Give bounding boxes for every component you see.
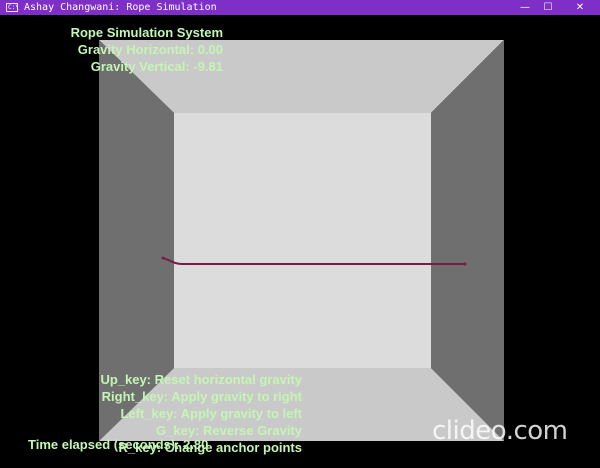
gravity-horizontal-readout: Gravity Horizontal: 0.00: [77, 42, 223, 57]
app-window: C:\ Ashay Changwani: Rope Simulation — ☐…: [0, 0, 600, 468]
back-wall-panel: [174, 113, 431, 368]
close-button[interactable]: ✕: [567, 0, 593, 15]
hud-title: Rope Simulation System: [70, 25, 223, 40]
control-hint-right: Right_key: Apply gravity to right: [101, 389, 302, 404]
rope-anchor-left: [161, 256, 165, 260]
hud-status: Rope Simulation System Gravity Horizonta…: [71, 24, 223, 75]
simulation-viewport[interactable]: Rope Simulation System Gravity Horizonta…: [0, 15, 600, 468]
watermark-text: clideo.com: [432, 416, 568, 446]
rope-anchor-right: [463, 262, 467, 266]
title-bar[interactable]: C:\ Ashay Changwani: Rope Simulation — ☐…: [0, 0, 600, 15]
control-hint-up: Up_key: Reset horizontal gravity: [100, 372, 302, 387]
window-title: Ashay Changwani: Rope Simulation: [24, 2, 217, 13]
control-hint-left: Left_key: Apply gravity to left: [120, 406, 302, 421]
terminal-app-icon: C:\: [6, 3, 19, 12]
maximize-button[interactable]: ☐: [535, 0, 561, 15]
time-elapsed-readout: Time elapsed (seconds): 2.80: [28, 437, 209, 452]
gravity-vertical-readout: Gravity Vertical: -9.81: [90, 59, 223, 74]
